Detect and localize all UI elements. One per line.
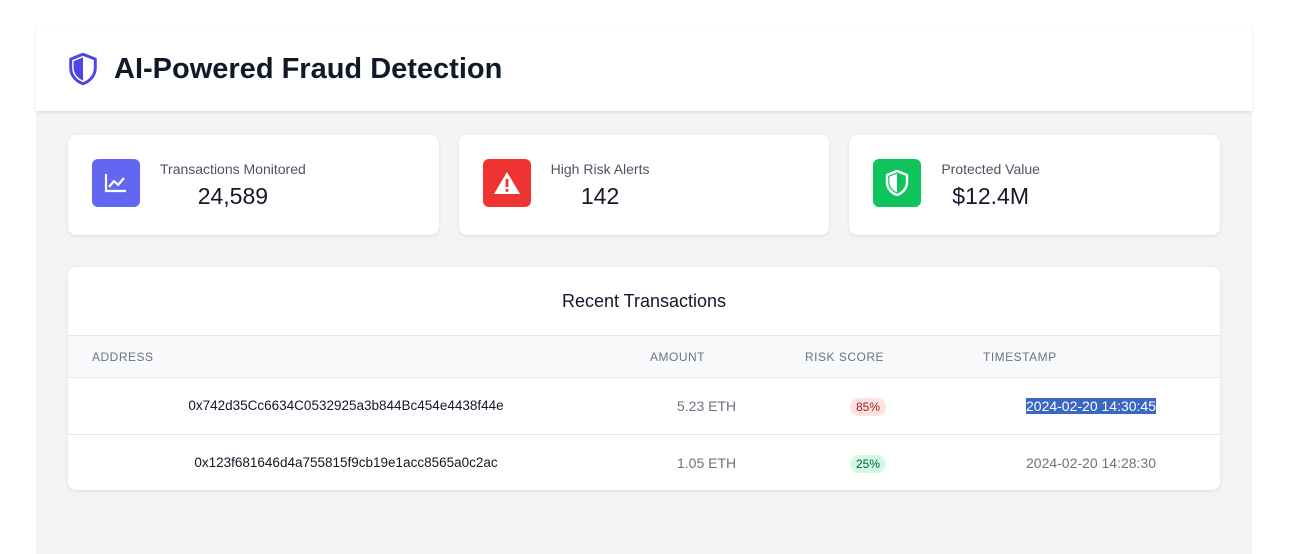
shield-icon bbox=[873, 159, 922, 207]
table-row[interactable]: 0x742d35Cc6634C0532925a3b844Bc454e4438f4… bbox=[68, 378, 1220, 435]
app-container: AI-Powered Fraud Detection Transactions … bbox=[36, 27, 1252, 554]
trending-chart-icon bbox=[92, 159, 140, 207]
stat-value: $12.4M bbox=[952, 182, 1029, 209]
risk-badge: 25% bbox=[850, 455, 887, 473]
stat-card-alerts: High Risk Alerts 142 bbox=[458, 135, 830, 235]
risk-badge: 85% bbox=[850, 398, 887, 416]
stat-value: 24,589 bbox=[197, 182, 269, 209]
column-header-address[interactable]: ADDRESS bbox=[92, 350, 154, 364]
timestamp-cell[interactable]: 2024-02-20 14:28:30 bbox=[1026, 455, 1156, 471]
column-header-risk-score[interactable]: RISK SCORE bbox=[805, 350, 884, 364]
stat-label: Transactions Monitored bbox=[160, 160, 306, 177]
address-cell[interactable]: 0x123f681646d4a755815f9cb19e1acc8565a0c2… bbox=[68, 455, 624, 470]
amount-cell: 5.23 ETH bbox=[677, 398, 737, 414]
stat-card-protected: Protected Value $12.4M bbox=[849, 135, 1221, 235]
warning-triangle-icon bbox=[482, 159, 531, 207]
shield-icon bbox=[69, 53, 97, 85]
stat-label: High Risk Alerts bbox=[550, 160, 650, 177]
stat-label: Protected Value bbox=[941, 160, 1040, 177]
transactions-table: Recent Transactions ADDRESS AMOUNT RISK … bbox=[68, 267, 1220, 490]
table-title: Recent Transactions bbox=[68, 267, 1220, 336]
stats-row: Transactions Monitored 24,589 High Risk … bbox=[68, 135, 1221, 235]
table-row[interactable]: 0x123f681646d4a755815f9cb19e1acc8565a0c2… bbox=[68, 435, 1220, 490]
header: AI-Powered Fraud Detection bbox=[36, 27, 1252, 111]
address-cell[interactable]: 0x742d35Cc6634C0532925a3b844Bc454e4438f4… bbox=[68, 398, 624, 413]
page-title: AI-Powered Fraud Detection bbox=[114, 52, 503, 85]
column-header-timestamp[interactable]: TIMESTAMP bbox=[983, 350, 1057, 364]
amount-cell: 1.05 ETH bbox=[677, 455, 737, 471]
column-header-amount[interactable]: AMOUNT bbox=[650, 350, 705, 364]
stat-card-transactions: Transactions Monitored 24,589 bbox=[68, 135, 439, 235]
stat-value: 142 bbox=[580, 182, 620, 209]
timestamp-cell[interactable]: 2024-02-20 14:30:45 bbox=[1026, 398, 1156, 414]
table-header: ADDRESS AMOUNT RISK SCORE TIMESTAMP bbox=[68, 336, 1220, 378]
